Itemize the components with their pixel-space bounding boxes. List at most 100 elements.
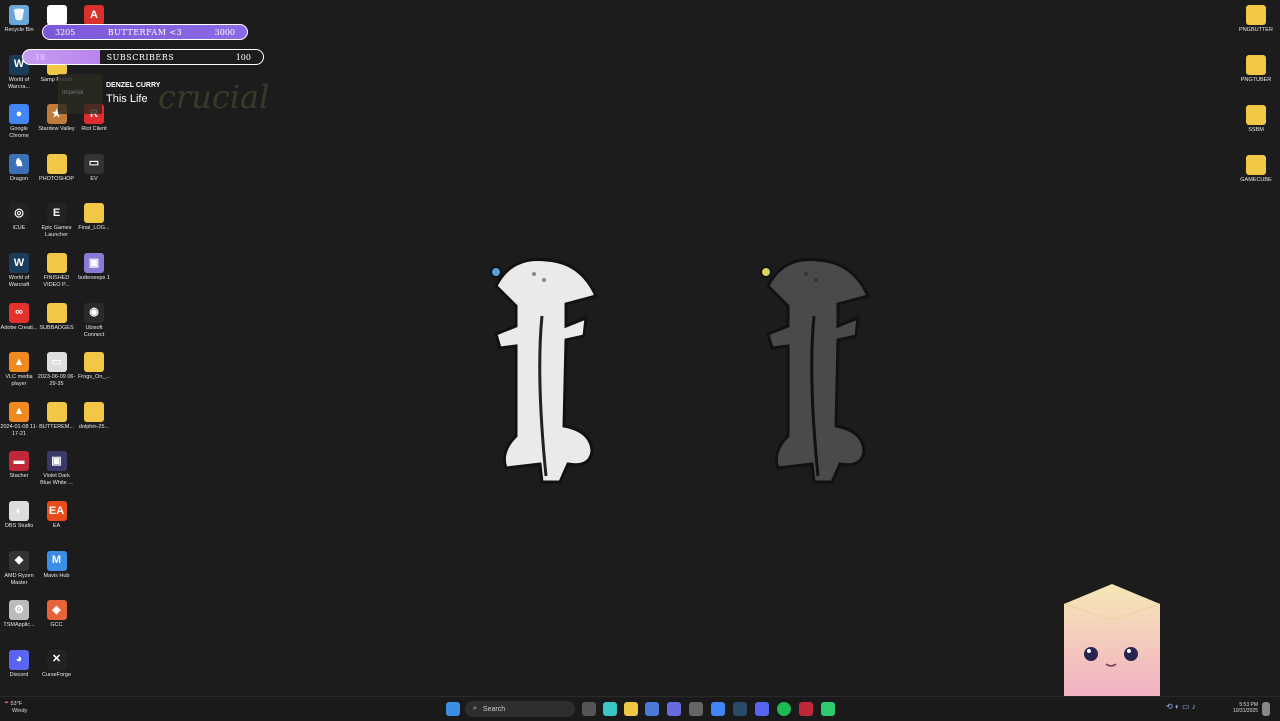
adobe-icon: A — [84, 5, 104, 25]
desktop-icon[interactable]: ◈ GCC — [38, 600, 76, 629]
desktop-icon[interactable]: E Epic Games Launcher — [38, 203, 76, 239]
task-view-icon[interactable] — [582, 702, 596, 716]
dragon-icon: ♞ — [9, 153, 29, 174]
desktop-icon[interactable]: ▭ EV — [75, 153, 113, 183]
desktop-icon[interactable]: ✕ CurseForge — [38, 649, 76, 679]
amd-icon: ◆ — [9, 550, 29, 571]
desktop-icon[interactable]: ● Google Chrome — [0, 104, 38, 140]
desktop-icon[interactable]: SUBBADGES — [38, 302, 76, 332]
search-box[interactable]: ⌕ Search — [465, 701, 575, 717]
teams-icon[interactable] — [667, 702, 681, 716]
desktop-icon-label: CurseForge — [41, 671, 72, 678]
desktop-icon-label: dolphin-25... — [78, 423, 110, 430]
ea-icon: EA — [46, 501, 67, 521]
desktop-icon[interactable]: ∞ Adobe Creati... — [0, 302, 38, 332]
recycle-bin-icon: 🗑 — [9, 5, 29, 25]
goal-target: 100 — [235, 52, 251, 62]
desktop-icon[interactable]: ▣ butteneeps 1 — [75, 253, 113, 282]
discord-taskbar-icon[interactable] — [755, 702, 769, 716]
terminal-taskbar-icon[interactable] — [821, 702, 835, 716]
desktop-icon[interactable]: GAMECUBE — [1237, 155, 1275, 184]
search-icon: ⌕ — [473, 705, 477, 712]
desktop-icon-label: Ubisoft Connect — [83, 324, 105, 338]
steam-taskbar-icon[interactable] — [733, 702, 747, 716]
chrome-taskbar-icon[interactable] — [711, 702, 725, 716]
capcut-icon: ✂ — [46, 5, 67, 25]
goal-current: 3205 — [55, 27, 76, 37]
desktop-icon[interactable]: ⚙ TSMApplic... — [0, 600, 38, 629]
store-icon[interactable] — [645, 702, 659, 716]
desktop-icon-label: EV — [90, 175, 98, 182]
clock[interactable]: 5:53 PM 10/31/2025 — [1222, 702, 1258, 714]
obs-taskbar-icon[interactable] — [689, 702, 703, 716]
desktop-icon[interactable]: ▭ 2023-06-09 06-29-35 — [38, 352, 76, 388]
desktop-icon[interactable]: PHOTOSHOP — [38, 153, 76, 183]
weather-widget[interactable]: ☂ 53°F Windy — [4, 701, 27, 715]
desktop-icon-label: Mavis Hub — [43, 572, 70, 579]
desktop-icon[interactable]: PNGTUBER — [1237, 55, 1275, 84]
desktop-icon-label: FINISHED VIDEO P... — [43, 275, 70, 288]
desktop-icon[interactable]: FINISHED VIDEO P... — [38, 253, 76, 289]
goal-bar-subscribers: 18 SUBSCRIBERS 100 — [22, 49, 264, 65]
desktop-icon[interactable]: Frogs_On_... — [75, 352, 113, 381]
copilot-icon[interactable] — [603, 702, 617, 716]
tray-icons[interactable]: ⟲ ◐ ▭ ♪ — [1166, 702, 1216, 716]
desktop-icon[interactable]: ▲ VLC media player — [0, 352, 38, 388]
ev-icon: ▭ — [84, 153, 104, 174]
desktop-icon[interactable]: Final_LOG... — [75, 203, 113, 232]
desktop-icon-label: butteneeps 1 — [78, 275, 110, 281]
desktop-icon[interactable]: ◐ OBS Studio — [0, 501, 38, 530]
folder-icon — [1246, 5, 1266, 25]
album-art: Imperial — [58, 74, 102, 114]
desktop-icon[interactable]: W World of Warcraft — [0, 253, 38, 289]
folder-icon — [1246, 155, 1266, 175]
album-art-text: Imperial — [62, 90, 84, 96]
desktop-icon[interactable]: ▬ Stacher — [0, 451, 38, 480]
folder-icon — [84, 203, 104, 224]
desktop-icon-label: GCC — [50, 622, 63, 629]
image-icon: ▣ — [84, 253, 104, 273]
desktop-icon-label: TSMApplic... — [3, 622, 35, 629]
desktop-icon-label: 2024-01-08 11-17-21 — [0, 423, 38, 437]
desktop-icon[interactable]: ▲ 2024-01-08 11-17-21 — [0, 401, 38, 438]
desktop-icon[interactable]: BUTTEREM... — [38, 401, 76, 431]
wow-icon: W — [9, 253, 29, 273]
ubisoft-icon: ◉ — [84, 302, 104, 323]
desktop-icon[interactable]: ◎ iCUE — [0, 203, 38, 232]
folder-icon — [84, 352, 104, 373]
desktop-icon[interactable]: EA EA — [38, 501, 76, 530]
desktop-icon-label: AMD Ryzen Master — [4, 572, 34, 586]
desktop-icon[interactable]: ◕ Discord — [0, 649, 38, 679]
curseforge-icon: ✕ — [46, 649, 67, 670]
desktop-icon-label: PNGTUBER — [1240, 77, 1272, 83]
now-playing-title: This Life — [106, 93, 148, 105]
desktop-icon[interactable]: SSBM — [1237, 105, 1275, 134]
stacher-icon: ▬ — [9, 451, 29, 472]
desktop-icon-label: World of Warcra... — [7, 76, 31, 90]
desktop-icon[interactable]: 🗑 Recycle Bin — [0, 5, 38, 34]
notification-icon[interactable] — [1262, 702, 1270, 716]
desktop-icon[interactable]: dolphin-25... — [75, 401, 113, 431]
goal-current: 18 — [35, 52, 46, 62]
desktop-icon-label: SSBM — [1248, 127, 1264, 133]
now-playing-widget: Imperial crucial DENZEL CURRY This Life — [58, 74, 269, 116]
desktop-icon[interactable]: ▣ Violet Dark Blue White ... — [38, 451, 76, 487]
spotify-taskbar-icon[interactable] — [777, 702, 791, 716]
obs-icon: ◐ — [9, 501, 29, 521]
desktop-icon[interactable]: ◉ Ubisoft Connect — [75, 302, 113, 339]
vlc-icon: ▲ — [9, 352, 29, 373]
chrome-icon: ● — [9, 104, 29, 125]
start-button[interactable] — [446, 702, 460, 716]
desktop-icon-label: BUTTEREM... — [39, 423, 74, 430]
epic-icon: E — [46, 203, 67, 224]
desktop-icon[interactable]: PNGBUTTER — [1237, 5, 1275, 34]
app-taskbar-icon[interactable] — [799, 702, 813, 716]
desktop-icon[interactable]: ◆ AMD Ryzen Master — [0, 550, 38, 587]
desktop-icon-label: EA — [52, 523, 61, 529]
desktop-icon[interactable]: ♞ Dragon — [0, 153, 38, 183]
desktop-icon-label: Recycle Bin — [4, 27, 34, 33]
desktop-icon[interactable]: M Mavis Hub — [38, 550, 76, 580]
gcc-icon: ◈ — [46, 600, 67, 621]
file-explorer-icon[interactable] — [624, 702, 638, 716]
image-icon: ▣ — [46, 451, 67, 472]
